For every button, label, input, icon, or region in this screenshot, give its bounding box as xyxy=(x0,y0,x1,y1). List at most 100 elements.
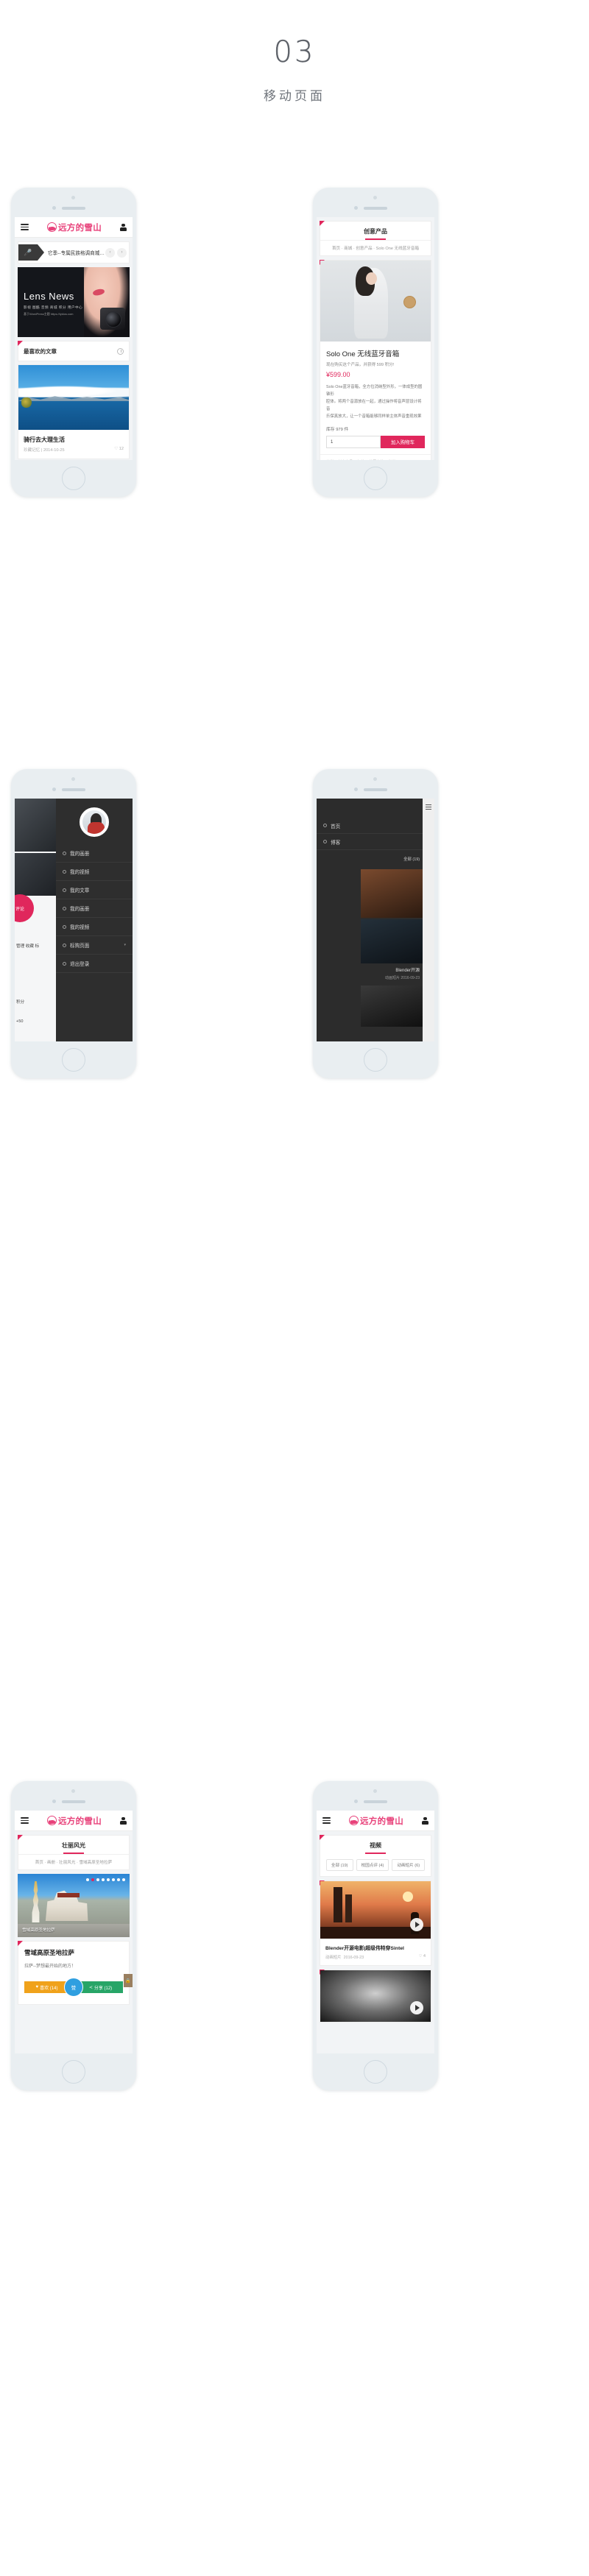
banner-nav-text: 影视 图酷 音频 商城 积分 用户中心 xyxy=(24,305,83,309)
lock-icon[interactable]: 🔒 xyxy=(124,1974,133,1987)
slider-dot[interactable] xyxy=(117,1878,120,1881)
site-logo-text: 远方的雪山 xyxy=(58,1816,102,1826)
site-logo[interactable]: 远方的雪山 xyxy=(349,1815,403,1827)
bullet-icon xyxy=(63,961,66,966)
hero-slider[interactable]: 雪域高原圣地拉萨 xyxy=(18,1874,130,1937)
category-title: 壮丽风光 xyxy=(18,1836,129,1854)
slider-dot[interactable] xyxy=(122,1878,125,1881)
menu-icon[interactable] xyxy=(21,222,29,232)
breadcrumb[interactable]: 首页 · 商城 · 创意产品 · Solo One 无线蓝牙音箱 xyxy=(320,240,431,255)
logo-mark-icon xyxy=(47,1816,57,1825)
bullet-icon xyxy=(63,924,66,929)
filter-chip-campus[interactable]: 校园点评 (4) xyxy=(356,1859,389,1871)
home-button[interactable] xyxy=(62,467,85,490)
video-thumbnail-1[interactable] xyxy=(361,869,423,918)
sensor-dot xyxy=(354,788,358,791)
phone-mockup-4: 首页 博客 ▾ 全部 (19) Blender开源 动画短片 2016-09-2… xyxy=(313,769,438,1078)
video-card-2[interactable] xyxy=(320,1970,431,2023)
earpiece-speaker xyxy=(364,207,387,210)
refresh-icon[interactable] xyxy=(117,347,124,355)
menu-icon[interactable] xyxy=(322,1816,331,1825)
drawer-item-0[interactable]: 我的画册 xyxy=(56,844,133,863)
slider-dot[interactable] xyxy=(112,1878,115,1881)
video-title: Blender开源 xyxy=(395,969,420,973)
bullet-icon xyxy=(63,943,66,947)
drawer-item-label: 我的画册 xyxy=(70,907,90,912)
hero-banner[interactable]: Lens News 影视 图酷 音频 商城 积分 用户中心 基于WordPres… xyxy=(18,267,130,337)
share-button[interactable]: ≺ 分享 (12) xyxy=(78,1981,123,1993)
like-button[interactable]: ♥ 喜欢 (14) xyxy=(24,1981,69,1993)
product-description-line-2: 腔体。将两个音源放在一起，通过操作将音声层设计将音 xyxy=(326,400,422,411)
ticker-next-button[interactable]: › xyxy=(117,247,127,258)
upvote-button[interactable]: 赞 xyxy=(64,1978,83,1997)
drawer-item-1[interactable]: 我的视频 xyxy=(56,863,133,881)
phone5-topbar: 远方的雪山 xyxy=(15,1811,133,1831)
post-card: 雪域高原圣地拉萨 拉萨--梦想最开始的地方！ ♥ 喜欢 (14) 赞 ≺ 分享 … xyxy=(18,1941,130,2005)
drawer-item-6[interactable]: 退出登录 xyxy=(56,955,133,973)
home-button[interactable] xyxy=(62,1048,85,1072)
phone1-topbar: 远方的雪山 xyxy=(15,217,133,238)
add-to-cart-button[interactable]: 加入购物车 xyxy=(381,436,425,448)
page-edge-strip[interactable] xyxy=(423,799,434,1041)
drawer-item-5[interactable]: 标购页面 ▾ xyxy=(56,936,133,955)
video-thumbnail[interactable] xyxy=(320,1881,431,1939)
content-tile-1 xyxy=(15,799,56,852)
slider-dot[interactable] xyxy=(96,1878,99,1881)
play-icon[interactable] xyxy=(410,2001,423,2014)
drawer-item-label: 标购页面 xyxy=(70,944,90,949)
home-button[interactable] xyxy=(62,2060,85,2084)
filter-chip-all[interactable]: 全部 (19) xyxy=(325,1859,353,1871)
page-title: 03 xyxy=(273,35,316,69)
bullet-icon xyxy=(63,906,66,910)
avatar[interactable] xyxy=(80,807,109,837)
menu-icon[interactable] xyxy=(426,804,431,810)
user-icon[interactable] xyxy=(422,1816,428,1825)
drawer-item-label: 我的视频 xyxy=(70,925,90,930)
video-card-1[interactable]: Blender开源电影|超级伟特穿Sintel 动画短片 2016-09-23 … xyxy=(320,1880,431,1966)
sensor-dot xyxy=(52,206,56,210)
corner-flag-icon xyxy=(18,1941,23,1946)
user-icon[interactable] xyxy=(120,223,127,231)
home-button[interactable] xyxy=(364,1048,387,1072)
article-card[interactable]: 骑行去大理生活 珍藏记忆 | 2014-10-25 ♡ 12 xyxy=(18,364,130,459)
product-stock: 库存 979 件 xyxy=(326,428,349,432)
content-tile-2 xyxy=(15,853,56,896)
site-logo[interactable]: 远方的雪山 xyxy=(47,1815,102,1827)
product-card: Solo One 无线蓝牙音箱 现在购买这个产品，并获得 599 积分! ¥59… xyxy=(320,260,431,460)
slider-dot[interactable] xyxy=(102,1878,105,1881)
ticker-prev-button[interactable]: ‹ xyxy=(105,247,115,258)
front-camera-dot xyxy=(373,196,377,199)
home-button[interactable] xyxy=(364,2060,387,2084)
left-label-points: 积分 xyxy=(16,1000,25,1005)
breadcrumb[interactable]: 首页 · 画册 · 壮丽风光 · 雪域高原圣地拉萨 xyxy=(18,1854,129,1869)
slider-dot-active[interactable] xyxy=(91,1878,94,1881)
video-thumbnail-2[interactable] xyxy=(361,919,423,963)
drawer-item-2[interactable]: 我的文章 xyxy=(56,881,133,899)
slider-dot[interactable] xyxy=(86,1878,89,1881)
video-thumbnail-3[interactable] xyxy=(361,986,423,1027)
drawer-item-3[interactable]: 我的画册 xyxy=(56,899,133,918)
quantity-input[interactable]: 1 xyxy=(326,436,381,448)
comment-badge[interactable]: 评论 xyxy=(15,894,34,922)
product-image[interactable] xyxy=(320,261,431,342)
video-thumbnail[interactable] xyxy=(320,1970,431,2022)
nav-item-blog[interactable]: 博客 ▾ xyxy=(317,834,434,850)
post-body-text: 拉萨--梦想最开始的地方！ xyxy=(24,1964,76,1969)
play-icon[interactable] xyxy=(410,1918,423,1931)
menu-icon[interactable] xyxy=(21,1816,29,1825)
video-page-header: 视频 全部 (19) 校园点评 (4) 动画短片 (6) xyxy=(320,1835,431,1877)
nav-item-home[interactable]: 首页 xyxy=(317,818,434,834)
front-camera-dot xyxy=(71,196,75,199)
home-button[interactable] xyxy=(364,467,387,490)
slider-dot[interactable] xyxy=(107,1878,110,1881)
slider-dots[interactable] xyxy=(86,1878,125,1881)
video-view-count: ♡ 4 xyxy=(418,1954,426,1958)
drawer-item-4[interactable]: 我的视频 xyxy=(56,918,133,936)
section-title: 最喜欢的文章 xyxy=(24,347,57,355)
earpiece-speaker xyxy=(364,1800,387,1803)
filter-chip-all[interactable]: 全部 (19) xyxy=(403,856,420,862)
site-logo[interactable]: 远方的雪山 xyxy=(47,222,102,233)
phone-mockup-5: 远方的雪山 壮丽风光 首页 · 画册 · 壮丽风光 · 雪域高原圣地拉萨 雪域高… xyxy=(11,1781,136,2090)
filter-chip-animation[interactable]: 动画短片 (6) xyxy=(392,1859,426,1871)
user-icon[interactable] xyxy=(120,1816,127,1825)
